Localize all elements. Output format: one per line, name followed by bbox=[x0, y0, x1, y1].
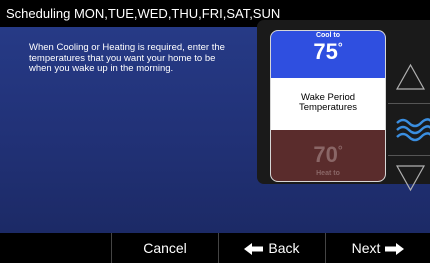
heat-setpoint[interactable]: 70° Heat to bbox=[271, 130, 385, 181]
next-button[interactable]: Next bbox=[326, 233, 430, 263]
temperature-down-button[interactable] bbox=[391, 156, 430, 200]
heat-value: 70 bbox=[313, 142, 338, 167]
instructions-text: When Cooling or Heating is required, ent… bbox=[29, 42, 225, 74]
right-arrow-icon bbox=[385, 243, 405, 256]
temperature-up-button[interactable] bbox=[391, 55, 430, 99]
cancel-label: Cancel bbox=[143, 240, 187, 256]
fan-mode-button[interactable] bbox=[391, 108, 430, 152]
next-label: Next bbox=[351, 240, 381, 256]
back-label: Back bbox=[268, 240, 300, 256]
heat-temperature: 70° bbox=[271, 142, 385, 168]
setpoint-card: Cool to 75° Wake Period Temperatures 70°… bbox=[270, 30, 386, 182]
side-divider bbox=[388, 103, 430, 104]
cool-setpoint[interactable]: Cool to 75° bbox=[271, 31, 385, 78]
cool-temperature: 75° bbox=[271, 39, 385, 65]
wave-icon bbox=[396, 118, 430, 142]
period-label: Wake Period Temperatures bbox=[271, 78, 385, 130]
page-title: Scheduling MON,TUE,WED,THU,FRI,SAT,SUN bbox=[6, 6, 281, 21]
down-triangle-icon bbox=[395, 165, 426, 192]
up-triangle-icon bbox=[395, 63, 426, 90]
cool-value: 75 bbox=[313, 39, 338, 64]
heat-degree: ° bbox=[337, 143, 343, 157]
period-line-2: Temperatures bbox=[298, 102, 358, 113]
cancel-button[interactable]: Cancel bbox=[112, 233, 218, 263]
cool-label: Cool to bbox=[315, 32, 341, 39]
heat-label: Heat to bbox=[316, 170, 340, 177]
cool-degree: ° bbox=[337, 40, 343, 54]
footer-bar: Cancel Back Next bbox=[0, 233, 430, 263]
back-button[interactable]: Back bbox=[219, 233, 325, 263]
left-arrow-icon bbox=[244, 243, 264, 256]
